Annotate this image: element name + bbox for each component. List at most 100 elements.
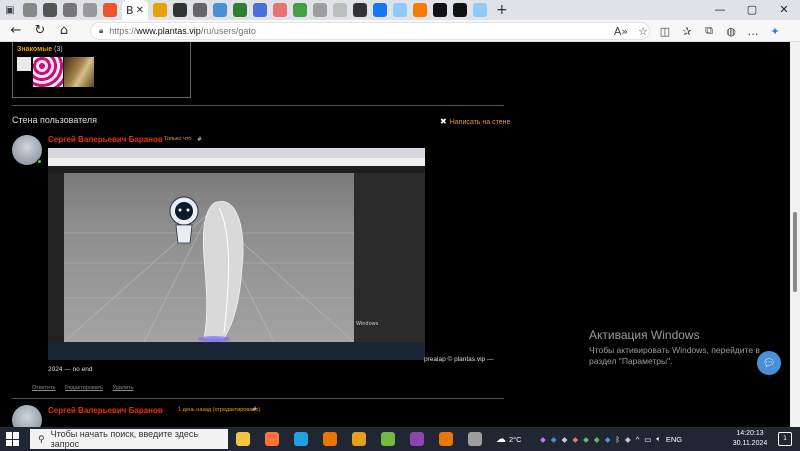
close-window-icon[interactable]: ✕ [768,0,800,20]
app-gray-icon[interactable] [468,432,482,446]
tab-favicon-10[interactable] [233,3,247,17]
post-author-avatar-2[interactable] [12,405,42,427]
file-explorer-icon[interactable] [236,432,250,446]
favorite-star-icon[interactable]: ☆ [632,25,654,38]
split-screen-icon[interactable]: ◫ [654,25,676,38]
tray-app-icon-8[interactable]: ◆ [625,435,631,444]
tab-favicon-5[interactable] [103,3,117,17]
post-time[interactable]: Только что [164,136,191,142]
tab-favicon-7[interactable] [173,3,187,17]
more-menu-icon[interactable]: … [742,25,764,38]
tab-favicon-16[interactable] [353,3,367,17]
volume-icon[interactable]: 🔈︎ [656,434,661,444]
tab-favicon-1[interactable] [23,3,37,17]
tab-favicon-13[interactable] [293,3,307,17]
language-indicator[interactable]: ENG [666,435,682,444]
tab-favicon-6[interactable] [153,3,167,17]
inner-menu-bar [48,166,425,173]
section-divider [12,105,504,106]
tab-favicon-11[interactable] [253,3,267,17]
inner-properties-panel: Windows [354,173,425,342]
maximize-icon[interactable]: ▢ [736,0,768,20]
app-purple-icon[interactable] [410,432,424,446]
tab-favicon-19[interactable] [413,3,427,17]
tray-app-icon-6[interactable]: ◆ [594,435,600,444]
favorites-icon[interactable]: ✰ [676,25,698,38]
tab-favicon-15[interactable] [333,3,347,17]
online-status-dot [37,159,42,164]
tray-app-icon-1[interactable]: ◆ [540,435,546,444]
taskbar-clock[interactable]: 14:20:13 30.11.2024 [728,429,772,449]
notification-center-icon[interactable]: 1 [778,432,792,446]
tray-app-icon-7[interactable]: ◆ [605,435,611,444]
write-on-wall-link[interactable]: ✖ Написать на стене [440,117,510,126]
tab-favicon-21[interactable] [453,3,467,17]
friend-avatar-1[interactable] [17,57,31,71]
weather-widget[interactable]: ☁ 2°C [496,427,522,451]
network-icon[interactable]: ▭ [644,435,651,444]
app-orange-icon[interactable] [352,432,366,446]
blender-icon-2[interactable] [439,432,453,446]
post-image[interactable]: Windows [48,148,425,360]
scrollbar-thumb[interactable] [793,212,797,292]
chevron-up-icon[interactable]: ^ [636,435,640,444]
tab-favicon-17[interactable] [373,3,387,17]
copilot-icon[interactable]: ✦ [764,25,786,38]
delete-link[interactable]: Удалить [113,385,134,391]
firefox-icon[interactable] [265,432,279,446]
edge-icon[interactable] [294,432,308,446]
tray-app-icon-4[interactable]: ◆ [572,435,578,444]
wall-title: Стена пользователя [12,115,97,125]
new-tab-plus-icon[interactable]: + [496,2,508,18]
page-scrollbar[interactable] [790,42,800,427]
post-permalink-2[interactable]: # [252,406,257,413]
inner-url-bar [48,158,425,166]
utorrent-icon[interactable] [381,432,395,446]
chat-bubble-icon[interactable]: 💬︎ [757,351,781,375]
tab-favicon-8[interactable] [193,3,207,17]
edit-link[interactable]: Редактировать [65,385,103,391]
clock-date: 30.11.2024 [732,440,768,447]
tab-favicon-20[interactable] [433,3,447,17]
back-arrow-icon[interactable]: ← [4,23,28,38]
profile-icon[interactable]: ◍ [720,25,742,38]
page-content: Знакомые (3) Стена пользователя ✖ Написат… [0,42,800,427]
tab-favicon-4[interactable] [83,3,97,17]
minimize-icon[interactable]: — [704,0,736,20]
collections-icon[interactable]: ⧉ [698,24,720,38]
reload-icon[interactable]: ↻ [28,23,52,38]
tray-app-icon-3[interactable]: ◆ [562,435,568,444]
close-x-icon: ✖ [440,117,447,126]
post-time-2[interactable]: 1 день назад (отредактировано) [178,407,260,413]
active-tab[interactable]: B ✕ [122,0,148,20]
read-aloud-icon[interactable]: A» [610,25,632,38]
tab-favicon-2[interactable] [43,3,57,17]
tray-app-icon-2[interactable]: ◆ [551,435,557,444]
workspaces-icon[interactable]: ▣ [3,3,17,17]
friend-avatar-3[interactable] [64,57,94,87]
windows-activation-watermark: Активация Windows Чтобы активировать Win… [589,328,779,367]
tab-close-icon[interactable]: ✕ [136,5,144,16]
start-windows-icon[interactable] [6,432,20,446]
tab-favicon-14[interactable] [313,3,327,17]
blender-icon[interactable] [323,432,337,446]
taskbar-search-input[interactable]: ⚲ Чтобы начать поиск, введите здесь запр… [30,429,228,449]
post-author-name[interactable]: Сергей Валерьевич Баранов [48,135,163,144]
tab-favicon-3[interactable] [63,3,77,17]
friend-avatar-2[interactable] [33,57,63,87]
tab-favicon-9[interactable] [213,3,227,17]
tab-favicon-12[interactable] [273,3,287,17]
address-bar-row: ← ↻ ⌂ 🔒︎ https:// www.plantas.vip /ru/us… [0,20,800,42]
url-scheme: https:// [109,26,137,36]
friends-title[interactable]: Знакомые (3) [17,46,63,53]
url-field[interactable]: 🔒︎ https:// www.plantas.vip /ru/users/ga… [90,22,650,40]
tab-favicon-18[interactable] [393,3,407,17]
search-icon: ⚲ [38,433,45,444]
bluetooth-icon[interactable]: ᛒ [615,435,620,444]
home-icon[interactable]: ⌂ [52,23,76,38]
post-author-name-2[interactable]: Сергей Валерьевич Баранов [48,406,163,415]
post-permalink[interactable]: # [197,136,202,143]
tab-favicon-22[interactable] [473,3,487,17]
reply-link[interactable]: Ответить [32,385,56,391]
tray-app-icon-5[interactable]: ◆ [583,435,589,444]
